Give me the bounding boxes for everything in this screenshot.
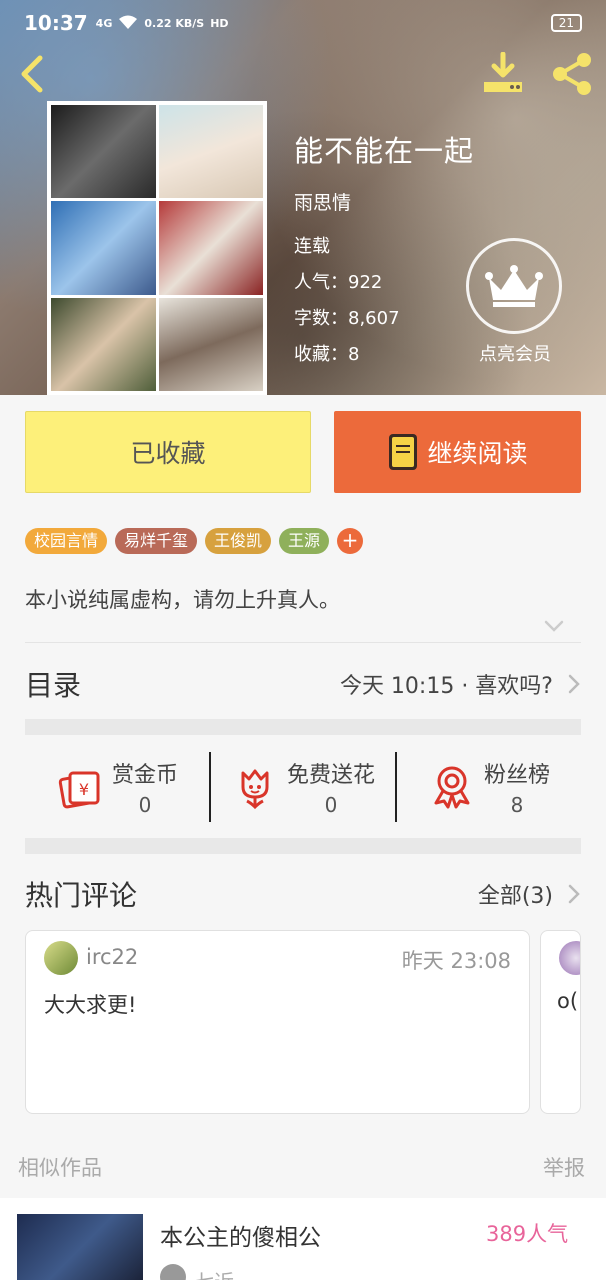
book-header: 10:37 4G 0.22 KB/S HD 21 能不能在一起 雨思情 连载 人… — [0, 0, 606, 395]
similar-work-item[interactable]: 本公主的傻相公 389人气 七近 — [0, 1198, 606, 1280]
support-stats: ¥ 赏金币 0 免费送花 0 粉丝榜 8 — [25, 752, 581, 822]
chevron-right-icon — [568, 884, 580, 904]
table-of-contents-row[interactable]: 目录 今天 10:15 · 喜欢吗? — [25, 654, 581, 714]
similar-works-title: 相似作品 — [18, 1156, 102, 1180]
vip-label: 点亮会员 — [479, 344, 551, 365]
svg-text:¥: ¥ — [79, 780, 89, 799]
status-time: 10:37 — [24, 11, 88, 35]
cover-photo — [51, 297, 156, 391]
all-comments-link[interactable]: 全部(3) — [478, 878, 553, 910]
avatar — [160, 1264, 186, 1280]
crown-icon — [466, 238, 562, 334]
fan-ranking-value: 8 — [510, 793, 524, 817]
book-status: 连载 — [294, 236, 330, 257]
continue-reading-label: 继续阅读 — [427, 439, 528, 468]
avatar[interactable] — [44, 941, 78, 975]
tag-chip[interactable]: 校园言情 — [25, 528, 108, 554]
book-title: 能不能在一起 — [294, 134, 475, 168]
flower-icon — [241, 769, 269, 810]
report-button[interactable]: 举报 — [543, 1152, 585, 1182]
comment-card[interactable]: o( — [540, 930, 581, 1114]
book-cover[interactable] — [47, 101, 267, 395]
reward-coins-value: 0 — [138, 793, 152, 817]
tag-chip[interactable]: 王源 — [279, 528, 330, 554]
book-author[interactable]: 雨思情 — [294, 188, 351, 215]
similar-work-cover — [17, 1214, 143, 1280]
add-tag-button[interactable]: + — [337, 528, 364, 554]
vip-button[interactable]: 点亮会员 — [466, 238, 564, 366]
chevron-right-icon — [568, 674, 580, 694]
tag-chip[interactable]: 王俊凯 — [205, 528, 272, 554]
toc-update-info: 今天 10:15 · 喜欢吗? — [339, 674, 553, 699]
divider — [25, 642, 581, 643]
battery-indicator: 21 — [550, 14, 582, 32]
share-icon — [553, 53, 591, 95]
download-icon — [484, 51, 522, 92]
send-flower-label: 免费送花 — [286, 763, 375, 788]
cover-photo — [158, 201, 263, 295]
tag-list: 校园言情 易烊千玺 王俊凯 王源 + — [25, 528, 364, 554]
favorites-stat: 收藏：8 — [294, 344, 360, 365]
send-flower-value: 0 — [324, 793, 338, 817]
reward-coins-label: 赏金币 — [111, 763, 178, 788]
cover-photo — [158, 105, 263, 199]
popularity-stat: 人气：922 — [294, 272, 383, 293]
reward-coins-button[interactable]: ¥ 赏金币 0 — [25, 752, 209, 822]
cover-photo — [51, 105, 156, 199]
network-speed: 0.22 KB/S — [144, 16, 205, 30]
hot-comments-title: 热门评论 — [25, 879, 138, 912]
section-separator — [25, 719, 581, 735]
similar-work-author: 七近 — [194, 1266, 234, 1280]
hd-label: HD — [210, 16, 229, 30]
comment-username[interactable]: irc22 — [86, 945, 138, 969]
collected-label: 已收藏 — [130, 439, 206, 468]
chevron-left-icon — [21, 55, 43, 93]
red-envelope-icon: ¥ — [58, 771, 100, 809]
book-icon — [389, 434, 418, 470]
section-separator — [25, 838, 581, 854]
comment-time: 昨天 23:08 — [401, 949, 511, 973]
status-icons: 4G 0.22 KB/S HD — [96, 14, 229, 33]
back-button[interactable] — [14, 54, 50, 94]
download-button[interactable] — [480, 51, 526, 96]
network-label: 4G — [95, 16, 113, 30]
fan-ranking-label: 粉丝榜 — [483, 763, 550, 788]
cover-photo — [51, 201, 156, 295]
comment-text: 大大求更! — [44, 993, 137, 1017]
fan-ranking-button[interactable]: 粉丝榜 8 — [395, 752, 581, 822]
send-flower-button[interactable]: 免费送花 0 — [209, 752, 395, 822]
chevron-down-icon — [544, 620, 564, 632]
tag-chip[interactable]: 易烊千玺 — [115, 528, 198, 554]
wifi-icon — [118, 14, 138, 33]
comment-text: o( — [557, 989, 579, 1013]
collected-button[interactable]: 已收藏 — [25, 411, 311, 493]
medal-icon — [434, 766, 470, 809]
book-description: 本小说纯属虚构，请勿上升真人。 — [25, 588, 340, 612]
status-bar: 10:37 4G 0.22 KB/S HD 21 — [0, 0, 606, 46]
expand-description-button[interactable] — [543, 618, 565, 634]
similar-work-popularity: 389人气 — [486, 1222, 569, 1246]
share-button[interactable] — [550, 52, 594, 96]
word-count-stat: 字数：8,607 — [294, 308, 400, 329]
cover-photo — [158, 297, 263, 391]
book-info: 能不能在一起 雨思情 连载 人气：922 字数：8,607 收藏：8 — [294, 128, 475, 365]
avatar[interactable] — [559, 941, 580, 975]
comment-card[interactable]: irc22 昨天 23:08 大大求更! — [25, 930, 530, 1114]
similar-work-title: 本公主的傻相公 — [160, 1225, 321, 1251]
continue-reading-button[interactable]: 继续阅读 — [334, 411, 581, 493]
hot-comments-header: 热门评论 全部(3) — [25, 866, 581, 922]
toc-title: 目录 — [25, 669, 82, 702]
